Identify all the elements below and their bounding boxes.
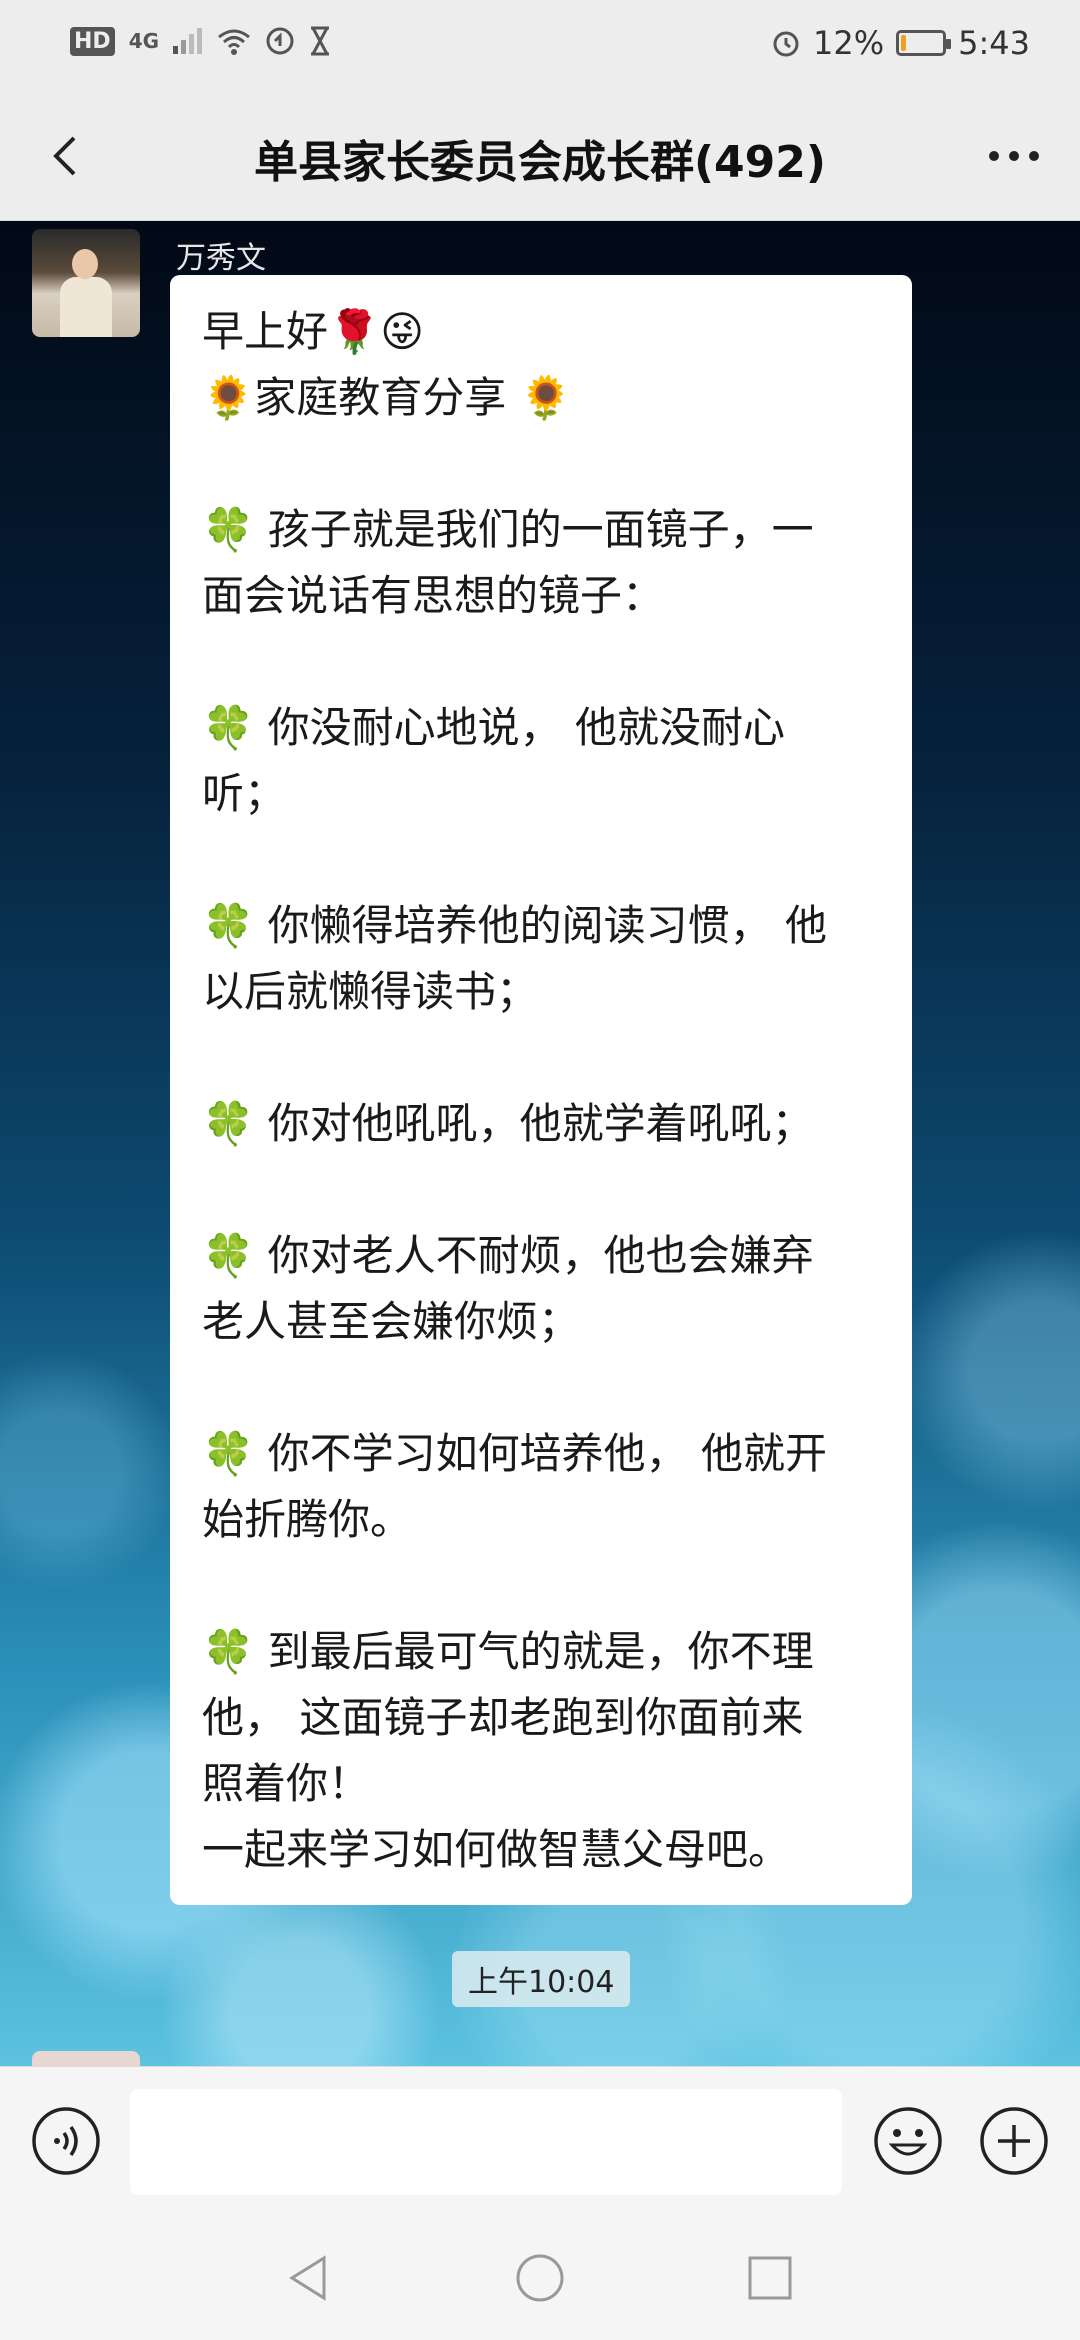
battery-icon [896, 30, 952, 56]
message-blank-line [202, 1157, 880, 1223]
hd-indicator: HD [70, 26, 115, 56]
message-line: 面会说话有思想的镜子： [202, 571, 665, 620]
message-blank-line [202, 827, 880, 893]
message-line: 听； [202, 769, 287, 818]
signal-icon [173, 28, 203, 54]
clock: 5:43 [958, 24, 1030, 62]
message-line: 早上好🌹😜 [202, 307, 425, 356]
nav-back-button[interactable] [280, 2248, 340, 2308]
message-blank-line [202, 1355, 880, 1421]
wifi-icon [218, 29, 250, 55]
input-bar [0, 2066, 1080, 2219]
data-saver-icon [266, 27, 294, 55]
message-line: 🍀 你懒得培养他的阅读习惯， 他 [202, 901, 827, 950]
nav-home-button[interactable] [510, 2248, 570, 2308]
battery-fill [901, 35, 907, 51]
system-nav-bar [0, 2218, 1080, 2340]
message-line: 🍀 到最后最可气的就是，你不理 [202, 1627, 814, 1676]
avatar-figure-coat [60, 277, 112, 337]
avatar[interactable] [32, 229, 140, 337]
message-blank-line [202, 1025, 880, 1091]
status-right-group: 12% 5:43 [771, 24, 1030, 62]
nav-home-icon [516, 2254, 564, 2302]
alarm-icon [773, 31, 799, 57]
plus-icon [980, 2107, 1048, 2175]
message-line: 🌻家庭教育分享 🌻 [202, 373, 572, 422]
message-line: 🍀 你对老人不耐烦，他也会嫌弃 [202, 1231, 814, 1280]
nav-back-icon [289, 2255, 326, 2301]
battery-percent: 12% [813, 24, 885, 62]
chat-header: 单县家长委员会成长群(492) [0, 92, 1080, 221]
next-avatar[interactable] [32, 2051, 140, 2066]
message-line: 🍀 你对他吼吼，他就学着吼吼； [202, 1099, 814, 1148]
more-button[interactable] [978, 120, 1050, 192]
plus-button[interactable] [978, 2105, 1050, 2177]
chat-title: 单县家长委员会成长群(492) [253, 137, 827, 188]
avatar-figure-head [72, 249, 98, 279]
voice-button[interactable] [30, 2105, 102, 2177]
emoji-icon [874, 2107, 942, 2175]
chevron-left-icon [53, 136, 76, 176]
back-button[interactable] [30, 120, 102, 192]
network-label: 4G [128, 29, 160, 53]
hourglass-icon [311, 26, 330, 56]
nav-recent-icon [748, 2256, 792, 2300]
nav-recent-button[interactable] [740, 2248, 800, 2308]
message-line: 照着你！ [202, 1759, 371, 1808]
voice-icon [32, 2107, 100, 2175]
sender-name: 万秀文 [176, 241, 266, 276]
message-bubble[interactable]: 早上好🌹😜 🌻家庭教育分享 🌻 🍀 孩子就是我们的一面镜子，一 面会说话有思想的镜子：… [170, 275, 912, 1905]
message-input[interactable] [130, 2089, 842, 2195]
message-blank-line [202, 1553, 880, 1619]
timestamp: 上午10:04 [452, 1951, 631, 2007]
message-blank-line [202, 431, 880, 497]
message-blank-line [202, 629, 880, 695]
message-line: 🍀 孩子就是我们的一面镜子，一 [202, 505, 814, 554]
emoji-button[interactable] [872, 2105, 944, 2177]
chat-area[interactable]: 万秀文 早上好🌹😜 🌻家庭教育分享 🌻 🍀 孩子就是我们的一面镜子，一 面会说话有思想… [0, 221, 1080, 2066]
message-line: 老人甚至会嫌你烦； [202, 1297, 581, 1346]
status-left-group: HD 4G [70, 26, 331, 56]
status-bar: HD 4G 12% 5:43 [0, 0, 1080, 92]
next-message-preview: 山西路上道德文明好 [176, 2057, 446, 2066]
more-dots-icon [989, 151, 1039, 161]
message-line: 他， 这面镜子却老跑到你面前来 [202, 1693, 804, 1742]
message-line: 🍀 你没耐心地说， 他就没耐心 [202, 703, 785, 752]
message-line: 一起来学习如何做智慧父母吧。 [202, 1825, 791, 1874]
message-line: 始折腾你。 [202, 1495, 413, 1544]
message-line: 以后就懒得读书； [202, 967, 539, 1016]
message-line: 🍀 你不学习如何培养他， 他就开 [202, 1429, 827, 1478]
